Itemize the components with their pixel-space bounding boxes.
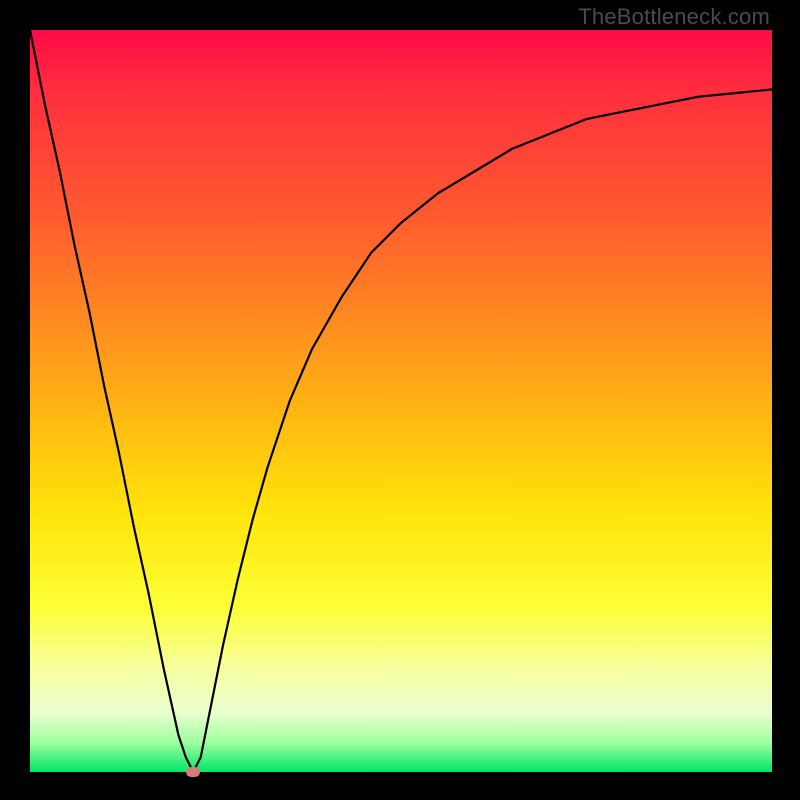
curve-path — [30, 30, 772, 772]
watermark-text: TheBottleneck.com — [578, 4, 770, 30]
plot-area — [30, 30, 772, 772]
bottleneck-curve — [30, 30, 772, 772]
chart-frame: TheBottleneck.com — [0, 0, 800, 800]
optimal-point-marker — [186, 767, 200, 777]
